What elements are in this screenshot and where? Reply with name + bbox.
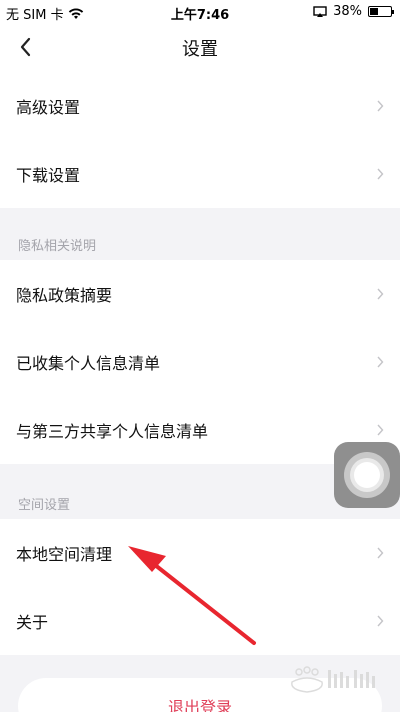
assistive-touch-ring [344, 452, 390, 498]
chevron-right-icon [377, 615, 384, 627]
download-settings-item[interactable]: 下载设置 [0, 140, 400, 208]
assistive-touch-button[interactable] [334, 442, 400, 508]
advanced-settings-item[interactable]: 高级设置 [0, 72, 400, 140]
settings-screen: 无 SIM 卡 上午7:46 38% 设置 高级设置 下载设置 隐私相关说明 隐… [0, 0, 400, 712]
chevron-right-icon [377, 356, 384, 368]
local-storage-cleanup-label: 本地空间清理 [16, 545, 113, 564]
screen-mirroring-icon [313, 5, 327, 17]
battery-percent: 38% [333, 4, 362, 19]
about-item[interactable]: 关于 [0, 587, 400, 655]
privacy-section-title: 隐私相关说明 [18, 239, 97, 254]
page-title: 设置 [182, 39, 218, 60]
battery-fill [370, 8, 378, 15]
settings-group-space: 本地空间清理 关于 [0, 519, 400, 655]
settings-group-privacy: 隐私政策摘要 已收集个人信息清单 与第三方共享个人信息清单 [0, 260, 400, 464]
assistive-touch-ring-inner [350, 458, 384, 492]
status-right: 38% [313, 4, 394, 19]
status-bar: 无 SIM 卡 上午7:46 38% [0, 0, 400, 24]
chevron-right-icon [377, 547, 384, 559]
third-party-sharing-list-label: 与第三方共享个人信息清单 [16, 422, 209, 441]
collected-info-list-label: 已收集个人信息清单 [16, 354, 161, 373]
baidu-watermark-logo [291, 666, 375, 693]
local-storage-cleanup-item[interactable]: 本地空间清理 [0, 519, 400, 587]
about-label: 关于 [16, 613, 49, 632]
advanced-settings-label: 高级设置 [16, 98, 81, 117]
chevron-right-icon [377, 100, 384, 112]
chevron-right-icon [377, 168, 384, 180]
chevron-right-icon [377, 424, 384, 436]
nav-bar: 设置 [0, 24, 400, 72]
assistive-touch-dot [354, 462, 380, 488]
download-settings-label: 下载设置 [16, 166, 81, 185]
settings-group-general: 高级设置 下载设置 [0, 72, 400, 208]
space-section-title: 空间设置 [18, 498, 71, 513]
privacy-policy-summary-item[interactable]: 隐私政策摘要 [0, 260, 400, 328]
privacy-policy-summary-label: 隐私政策摘要 [16, 286, 113, 305]
chevron-right-icon [377, 288, 384, 300]
collected-info-list-item[interactable]: 已收集个人信息清单 [0, 328, 400, 396]
battery-icon [368, 6, 394, 17]
